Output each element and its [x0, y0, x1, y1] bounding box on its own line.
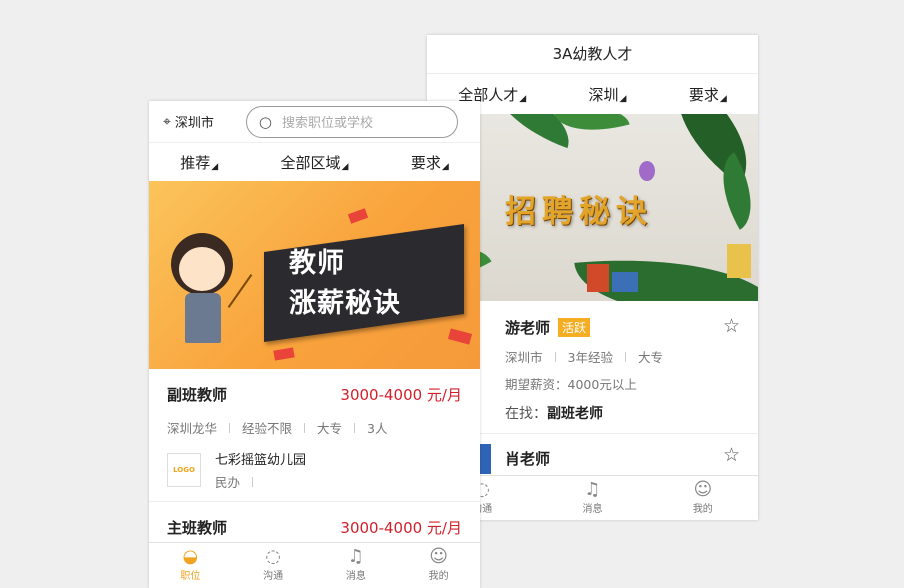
- tab-messages[interactable]: ♫ 消息: [315, 543, 398, 588]
- filter-requirements[interactable]: 要求 ◢: [411, 152, 449, 173]
- tab-profile[interactable]: ☺ 我的: [648, 476, 758, 520]
- school-name: 七彩摇篮幼儿园: [215, 453, 307, 468]
- money-decoration: [273, 347, 295, 361]
- divider: [252, 476, 254, 487]
- job-experience: 经验不限: [242, 421, 293, 436]
- expected-salary: 4000元以上: [567, 377, 637, 392]
- dropdown-triangle-icon: ◢: [211, 162, 219, 172]
- candidate-experience: 3年经验: [567, 350, 613, 365]
- seeking-label: 在找：: [505, 406, 547, 422]
- salary-tips-banner[interactable]: 教师 涨薪秘诀: [149, 181, 480, 369]
- status-badge: 活跃: [558, 318, 591, 337]
- tab-chat[interactable]: ◌ 沟通: [232, 543, 315, 588]
- bell-icon: ♫: [584, 479, 601, 500]
- user-icon: ☺: [429, 546, 448, 567]
- banner-title-line2: 涨薪秘诀: [289, 288, 401, 319]
- banner-title: 招聘秘诀: [505, 194, 653, 230]
- page-title: 3A幼教人才: [427, 35, 758, 74]
- job-title: 副班教师: [167, 386, 228, 404]
- job-headcount: 3人: [367, 421, 388, 436]
- briefcase-icon: ◒: [182, 546, 199, 567]
- candidate-name: 肖老师: [505, 450, 551, 468]
- expected-salary-label: 期望薪资：: [505, 377, 568, 392]
- book-decoration: [612, 272, 638, 292]
- divider: [304, 422, 306, 433]
- search-icon: ○: [258, 112, 272, 131]
- star-icon[interactable]: ☆: [723, 315, 740, 337]
- divider: [229, 422, 231, 433]
- book-decoration: [587, 264, 609, 292]
- filter-bar: 推荐 ◢ 全部区域 ◢ 要求 ◢: [149, 142, 480, 181]
- school-logo: LOGO: [167, 453, 201, 487]
- money-decoration: [447, 328, 473, 345]
- job-location: 深圳龙华: [167, 421, 218, 436]
- job-title: 主班教师: [167, 519, 228, 537]
- filter-city[interactable]: 深圳 ◢: [589, 84, 627, 105]
- banner-title-line1: 教师: [289, 248, 345, 279]
- teacher-body: [185, 293, 221, 343]
- chat-icon: ◌: [265, 546, 281, 567]
- bell-icon: ♫: [347, 546, 364, 567]
- city-selector[interactable]: ⌖ 深圳市: [163, 112, 214, 132]
- location-pin-icon: ⌖: [163, 113, 171, 130]
- tab-profile[interactable]: ☺ 我的: [397, 543, 480, 588]
- filter-area[interactable]: 全部区域 ◢: [281, 152, 349, 173]
- book-decoration: [727, 244, 751, 278]
- school-type: 民办: [215, 475, 241, 490]
- bottom-tab-bar: ◒ 职位 ◌ 沟通 ♫ 消息 ☺ 我的: [149, 542, 480, 588]
- divider: [624, 351, 626, 362]
- user-icon: ☺: [693, 479, 713, 500]
- divider: [554, 351, 556, 362]
- teacher-face: [179, 247, 225, 291]
- dropdown-triangle-icon: ◢: [519, 94, 527, 104]
- candidate-education: 大专: [637, 350, 663, 365]
- job-salary: 3000-4000 元/月: [340, 519, 462, 537]
- candidate-name: 游老师: [505, 319, 551, 337]
- dropdown-triangle-icon: ◢: [619, 94, 627, 104]
- candidate-city: 深圳市: [505, 350, 543, 365]
- filter-recommended[interactable]: 推荐 ◢: [180, 152, 218, 173]
- job-salary: 3000-4000 元/月: [340, 386, 462, 404]
- pointer-stick: [227, 274, 253, 308]
- leaf-decoration: [704, 152, 758, 230]
- search-input[interactable]: ○ 搜索职位或学校: [245, 105, 458, 138]
- job-card[interactable]: 副班教师 3000-4000 元/月 深圳龙华 经验不限 大专 3人 LOGO …: [149, 369, 480, 501]
- money-decoration: [347, 208, 369, 224]
- balloon-decoration: [639, 161, 655, 181]
- seeking-position: 副班老师: [547, 406, 603, 422]
- job-card[interactable]: 主班教师 3000-4000 元/月: [149, 502, 480, 538]
- tab-messages[interactable]: ♫ 消息: [537, 476, 647, 520]
- dropdown-triangle-icon: ◢: [341, 162, 349, 172]
- tab-jobs[interactable]: ◒ 职位: [149, 543, 232, 588]
- divider: [354, 422, 356, 433]
- star-icon[interactable]: ☆: [723, 444, 740, 466]
- top-bar: ⌖ 深圳市 ○ 搜索职位或学校: [149, 101, 480, 142]
- left-phone-screen: ⌖ 深圳市 ○ 搜索职位或学校 推荐 ◢ 全部区域 ◢ 要求 ◢ 教师 涨薪秘诀 副班…: [149, 101, 480, 588]
- job-education: 大专: [317, 421, 343, 436]
- dropdown-triangle-icon: ◢: [441, 162, 449, 172]
- filter-requirements[interactable]: 要求 ◢: [689, 84, 727, 105]
- dropdown-triangle-icon: ◢: [719, 94, 727, 104]
